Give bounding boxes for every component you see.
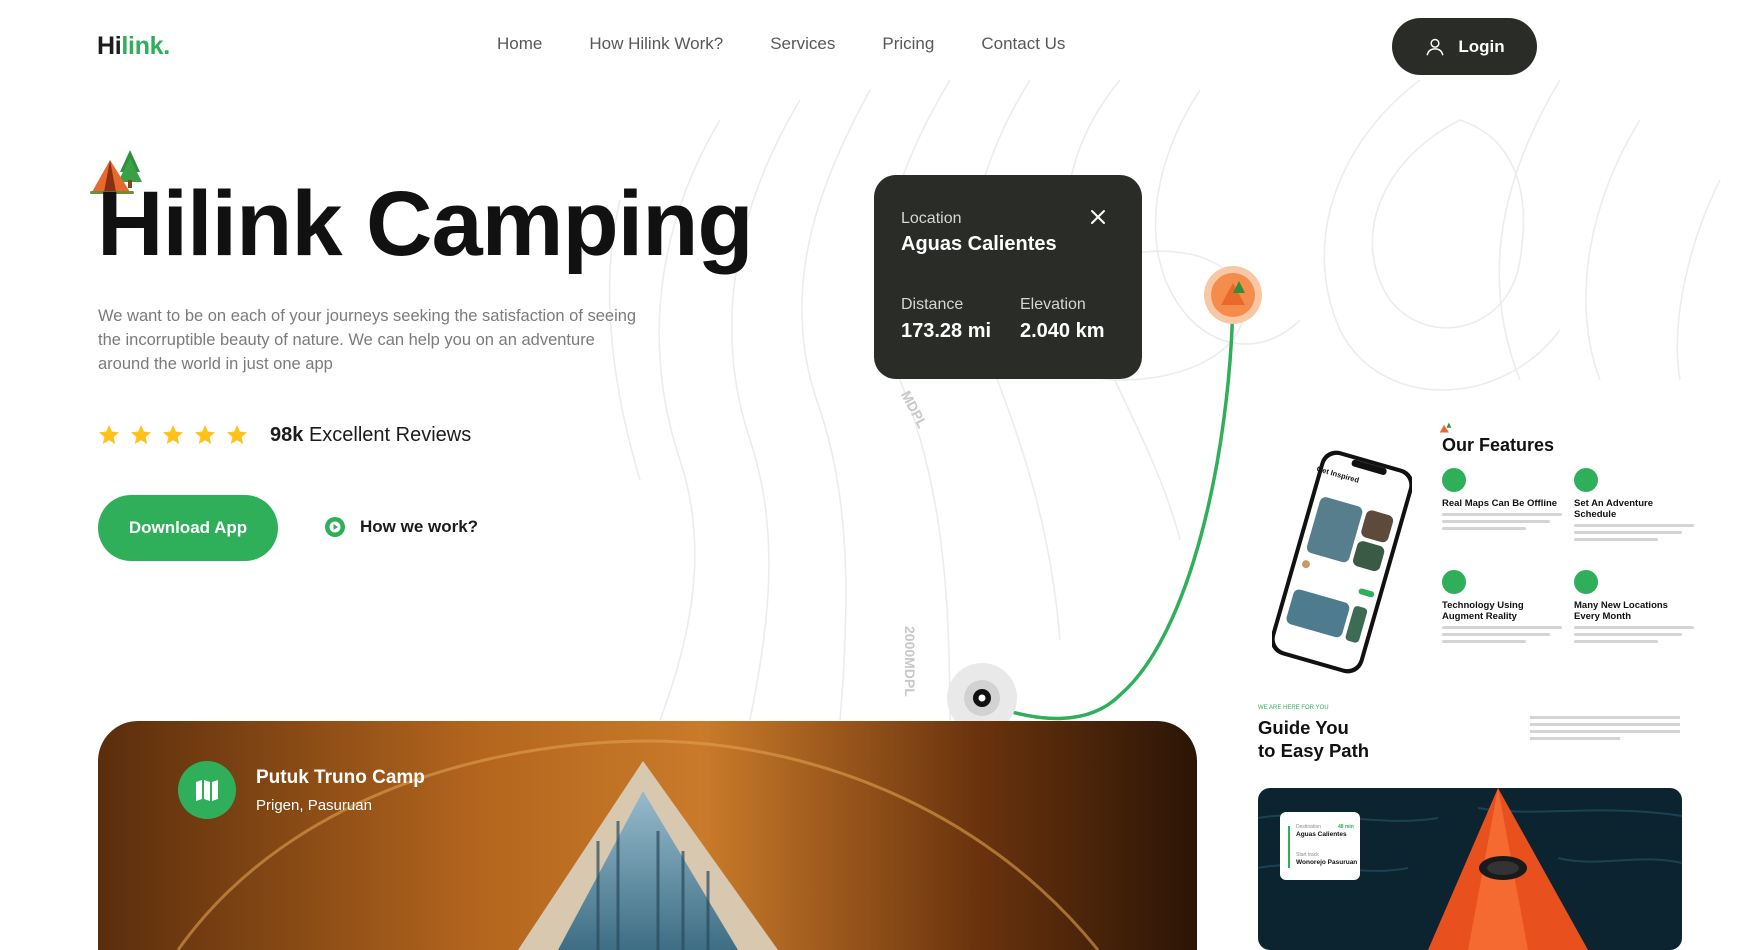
map-icon: [1442, 468, 1466, 492]
mini-value-destination: Aguas Calientes: [1296, 831, 1347, 838]
play-icon: [325, 517, 345, 537]
features-preview: Get Inspired Our Features Real Maps Can …: [1232, 420, 1744, 950]
location-label: Location: [901, 210, 962, 227]
features-title: Our Features: [1442, 435, 1555, 455]
mini-value-start: Wonorejo Pasuruan: [1296, 859, 1358, 866]
camp-location: Prigen, Pasuruan: [256, 796, 372, 814]
guide-description-placeholder: [1530, 716, 1680, 740]
mini-badge: 48 min: [1338, 824, 1354, 830]
location-name: Aguas Calientes: [901, 233, 1057, 255]
distance-label: Distance: [901, 296, 964, 313]
route-mini-card: Destination 48 min Aguas Calientes Start…: [1280, 812, 1360, 880]
camp-name: Putuk Truno Camp: [256, 766, 425, 788]
feature-item: Many New Locations Every Month: [1574, 570, 1694, 643]
calendar-icon: [1574, 468, 1598, 492]
mini-label-start: Start track: [1296, 852, 1319, 858]
guide-title: Guide You to Easy Path: [1258, 716, 1369, 762]
star-icon: [163, 425, 183, 444]
start-point-dot: [978, 694, 986, 702]
star-icon: [227, 425, 247, 444]
location-card: Location Aguas Calientes Distance 173.28…: [874, 175, 1142, 379]
feature-item: Real Maps Can Be Offline: [1442, 468, 1562, 530]
logo-prefix: Hi: [97, 32, 122, 60]
tent-interior-photo: [98, 721, 1197, 950]
features-tent-icon: [1439, 422, 1452, 433]
user-icon: [1426, 38, 1444, 55]
feature-item: Technology Using Augment Reality: [1442, 570, 1562, 643]
star-icon: [99, 425, 119, 444]
elevation-value: 2.040 km: [1020, 320, 1105, 342]
location-pin-icon: [1574, 570, 1598, 594]
nav-how-hilink-work[interactable]: How Hilink Work?: [589, 34, 723, 54]
logo-suffix: link.: [121, 32, 170, 60]
camp-info: Putuk Truno Camp Prigen, Pasuruan: [178, 761, 425, 819]
reviews-label: Excellent Reviews: [308, 424, 472, 446]
guide-title-line1: Guide You: [1258, 717, 1349, 738]
feature-title: Set An Adventure Schedule: [1574, 498, 1654, 520]
hero-title: Hilink Camping: [97, 173, 754, 275]
how-we-work-link[interactable]: How we work?: [324, 516, 478, 538]
download-app-button[interactable]: Download App: [98, 495, 278, 561]
phone-mockup: [1272, 450, 1412, 674]
main-nav: Home How Hilink Work? Services Pricing C…: [497, 34, 1112, 54]
guide-subtitle: WE ARE HERE FOR YOU: [1258, 705, 1329, 711]
login-label: Login: [1458, 36, 1505, 56]
guide-title-line2: to Easy Path: [1258, 740, 1370, 761]
mini-label-destination: Destination: [1296, 824, 1322, 830]
nav-pricing[interactable]: Pricing: [882, 34, 934, 54]
contour-label-2000mdpl: 2000MDPL: [902, 626, 918, 697]
close-icon[interactable]: [1088, 207, 1108, 227]
reviews-summary: 98k Excellent Reviews: [270, 424, 471, 447]
kayak-photo: Destination 48 min Aguas Calientes Start…: [1258, 788, 1682, 950]
feature-title: Many New Locations Every Month: [1574, 600, 1668, 622]
hero-description: We want to be on each of your journeys s…: [98, 307, 637, 373]
camp-map-icon: [178, 761, 236, 819]
logo[interactable]: Hilink.: [97, 32, 170, 61]
reviews-count: 98k: [270, 424, 304, 446]
rating-stars: [97, 423, 249, 447]
how-we-work-label: How we work?: [360, 517, 479, 536]
feature-item: Set An Adventure Schedule: [1574, 468, 1694, 541]
nav-contact-us[interactable]: Contact Us: [981, 34, 1065, 54]
ar-icon: [1442, 570, 1466, 594]
login-button[interactable]: Login: [1392, 18, 1537, 75]
star-icon: [195, 425, 215, 444]
camp-banner[interactable]: Putuk Truno Camp Prigen, Pasuruan: [98, 721, 1197, 950]
nav-services[interactable]: Services: [770, 34, 835, 54]
elevation-label: Elevation: [1020, 296, 1086, 313]
star-icon: [131, 425, 151, 444]
feature-title: Technology Using Augment Reality: [1442, 600, 1524, 622]
distance-value: 173.28 mi: [901, 320, 992, 342]
feature-title: Real Maps Can Be Offline: [1442, 498, 1558, 509]
nav-home[interactable]: Home: [497, 34, 542, 54]
